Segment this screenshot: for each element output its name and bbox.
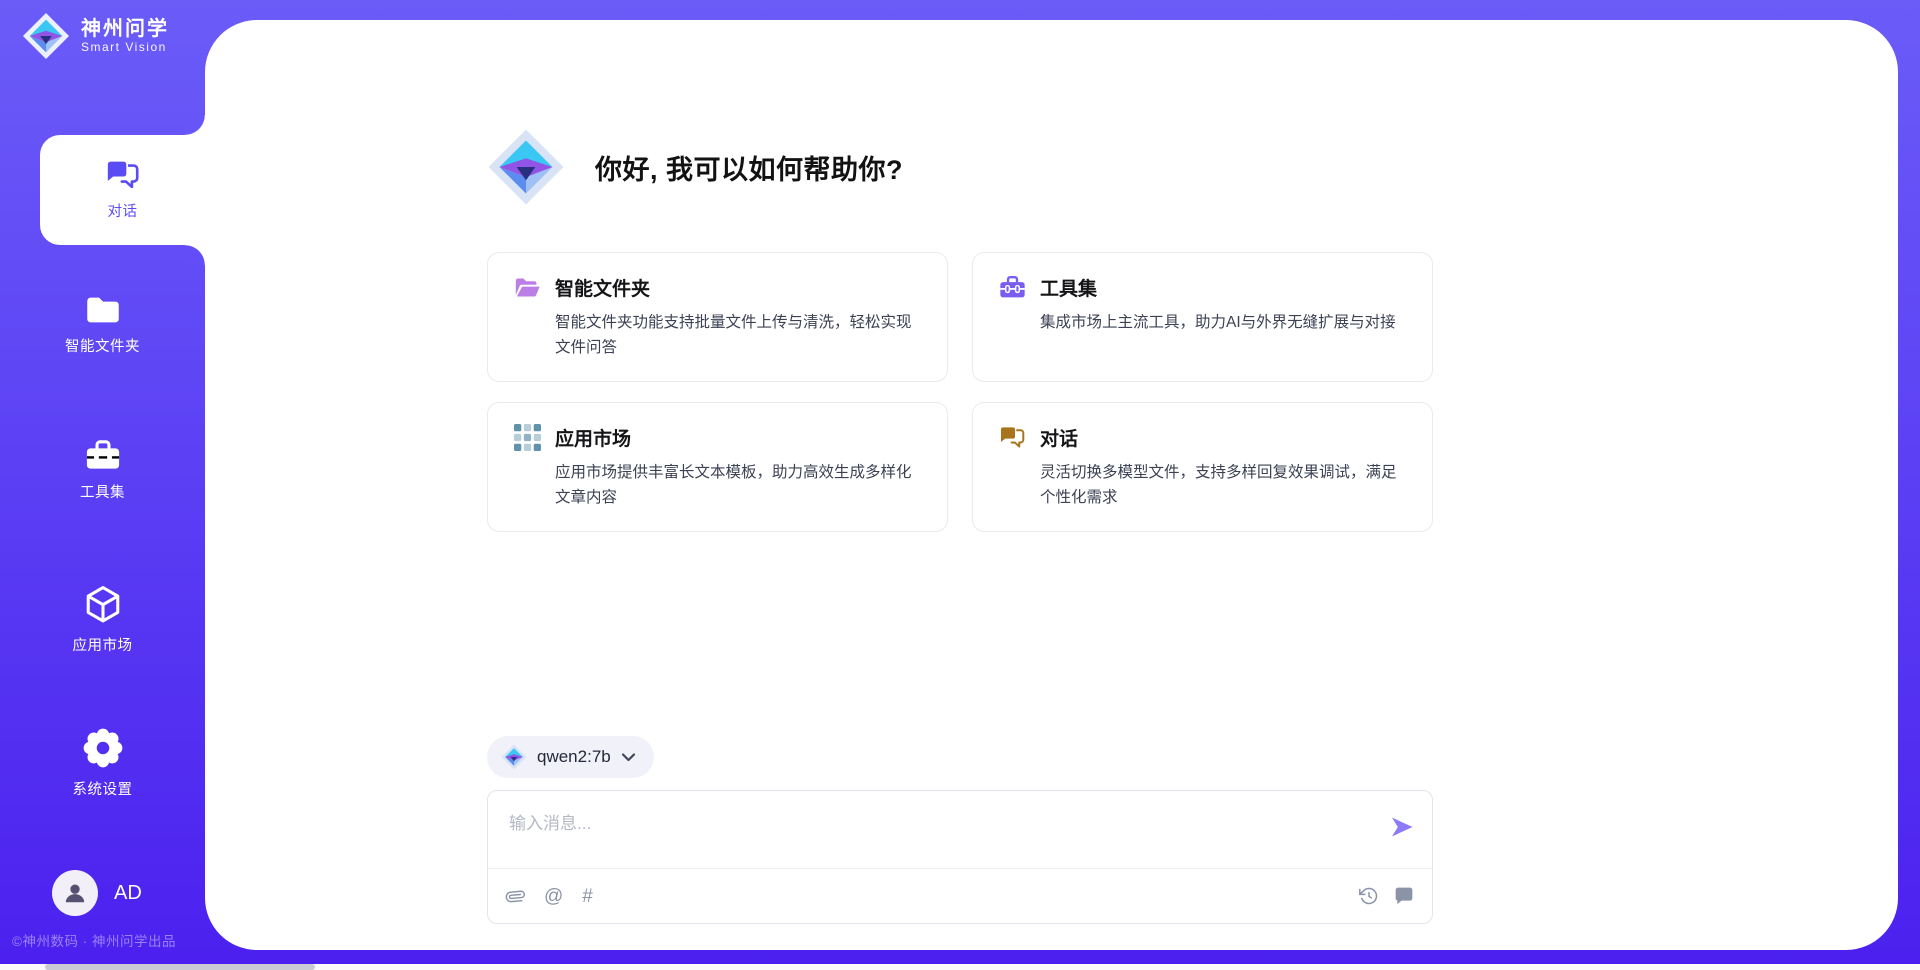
feature-cards: 智能文件夹 智能文件夹功能支持批量文件上传与清洗，轻松实现文件问答 bbox=[487, 252, 1433, 532]
comment-icon[interactable] bbox=[1394, 886, 1414, 906]
card-title: 工具集 bbox=[1040, 274, 1097, 301]
chevron-down-icon bbox=[621, 751, 636, 763]
card-description: 灵活切换多模型文件，支持多样回复效果调试，满足个性化需求 bbox=[1040, 460, 1406, 510]
at-icon[interactable]: @ bbox=[544, 887, 563, 906]
card-smart-folder[interactable]: 智能文件夹 智能文件夹功能支持批量文件上传与清洗，轻松实现文件问答 bbox=[487, 252, 948, 382]
paperclip-icon[interactable] bbox=[502, 883, 529, 910]
logo-diamond-icon bbox=[487, 128, 565, 206]
card-title: 智能文件夹 bbox=[555, 274, 650, 301]
card-description: 应用市场提供丰富长文本模板，助力高效生成多样化文章内容 bbox=[555, 460, 921, 510]
composer-toolbar-right bbox=[1359, 886, 1414, 906]
card-description: 集成市场上主流工具，助力AI与外界无缝扩展与对接 bbox=[1040, 310, 1406, 335]
hash-icon[interactable]: # bbox=[582, 887, 593, 906]
send-icon bbox=[1389, 814, 1415, 840]
card-chat[interactable]: 对话 灵活切换多模型文件，支持多样回复效果调试，满足个性化需求 bbox=[972, 402, 1433, 532]
card-toolbox[interactable]: 工具集 集成市场上主流工具，助力AI与外界无缝扩展与对接 bbox=[972, 252, 1433, 382]
greeting-text: 你好, 我可以如何帮助你? bbox=[595, 148, 903, 187]
composer-toolbar: @ # bbox=[488, 868, 1432, 923]
toolbox-icon bbox=[999, 274, 1026, 301]
message-composer: @ # bbox=[487, 790, 1433, 924]
logo-diamond-icon bbox=[501, 744, 527, 770]
card-title: 对话 bbox=[1040, 424, 1078, 451]
message-input[interactable] bbox=[488, 791, 1432, 867]
card-app-market[interactable]: 应用市场 应用市场提供丰富长文本模板，助力高效生成多样化文章内容 bbox=[487, 402, 948, 532]
model-selector[interactable]: qwen2:7b bbox=[487, 736, 654, 778]
scrollbar-thumb[interactable] bbox=[45, 964, 315, 970]
history-icon[interactable] bbox=[1359, 886, 1379, 906]
model-name: qwen2:7b bbox=[537, 747, 611, 767]
grid-icon bbox=[514, 424, 541, 451]
main-content: 你好, 我可以如何帮助你? 智能文件夹 智能文件夹功能支持批量文件上传与清洗，轻… bbox=[0, 0, 1920, 970]
send-button[interactable] bbox=[1388, 813, 1416, 841]
folder-open-icon bbox=[514, 274, 541, 301]
card-title: 应用市场 bbox=[555, 424, 631, 451]
app-root: 神州问学 Smart Vision 对话 智能文件夹 bbox=[0, 0, 1920, 970]
card-description: 智能文件夹功能支持批量文件上传与清洗，轻松实现文件问答 bbox=[555, 310, 921, 360]
horizontal-scrollbar[interactable] bbox=[0, 964, 1920, 970]
greeting-block: 你好, 我可以如何帮助你? bbox=[487, 128, 1433, 206]
chat-icon bbox=[999, 424, 1026, 451]
